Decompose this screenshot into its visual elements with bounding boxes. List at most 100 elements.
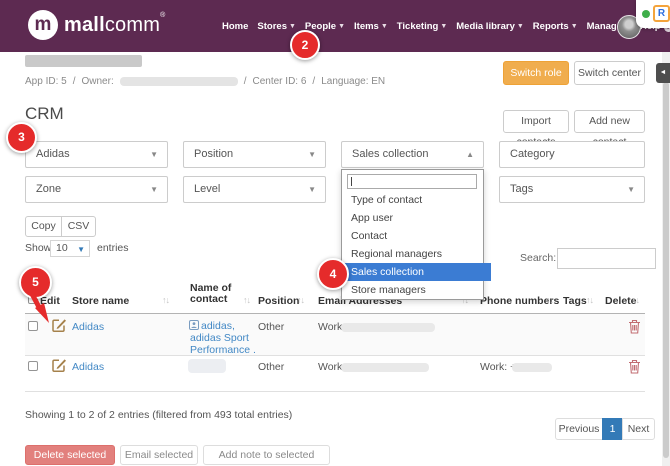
crm-page: m mallcomm® Home Stores ▼ People ▼ Items ▼ … [0, 0, 670, 466]
dropdown-option-selected[interactable]: Sales collection [343, 263, 491, 281]
collapse-panel-handle[interactable]: ◄ [656, 63, 670, 83]
redacted-owner-name [119, 77, 238, 86]
entries-label: entries [97, 242, 129, 254]
extension-r-icon[interactable]: R [653, 5, 670, 22]
app-id: App ID: 5 [25, 76, 67, 87]
redacted-center-title [25, 55, 142, 67]
phone-label: Work: + [480, 361, 517, 373]
sort-icon[interactable]: ↑↓ [162, 295, 170, 305]
text-cursor [351, 177, 352, 186]
language: Language: EN [321, 76, 386, 87]
annotation-badge-4: 4 [317, 258, 349, 290]
zone-filter-select[interactable]: Zone ▼ [25, 176, 168, 203]
switch-center-button[interactable]: Switch center [574, 61, 645, 85]
breadcrumb-separator: / [312, 76, 316, 87]
trash-icon[interactable] [628, 359, 641, 374]
delete-selected-button[interactable]: Delete selected [25, 445, 115, 465]
position-value: Other [258, 321, 285, 333]
type-of-contact-filter-select[interactable]: Sales collection ▲ [341, 141, 484, 168]
contact-link[interactable]: adidas, [201, 320, 235, 332]
contact-link[interactable]: adidas Sport [190, 332, 249, 344]
chevron-down-icon: ▼ [288, 22, 296, 30]
chevron-down-icon: ▼ [627, 185, 635, 194]
dropdown-option[interactable]: Regional managers [343, 245, 491, 263]
store-link[interactable]: Adidas [72, 361, 104, 373]
annotation-badge-2: 2 [290, 30, 320, 60]
type-of-contact-dropdown: Type of contact App user Contact Regiona… [341, 169, 491, 300]
annotation-badge-3: 3 [6, 122, 37, 153]
scrollbar-thumb[interactable] [663, 82, 669, 458]
column-header-name-of-contact[interactable]: Name of contact [190, 283, 242, 305]
mallcomm-logo-icon[interactable]: m [28, 10, 58, 40]
column-header-store-name[interactable]: Store name [72, 295, 129, 307]
chevron-down-icon: ▼ [380, 22, 388, 30]
sort-icon[interactable]: ↑↓ [243, 295, 251, 305]
nav-item-people[interactable]: People ▼ [305, 21, 345, 32]
chevron-down-icon: ▼ [150, 185, 158, 194]
chevron-down-icon: ▼ [308, 185, 316, 194]
annotation-arrow-icon [28, 292, 49, 323]
edit-icon[interactable] [51, 357, 67, 373]
sort-icon[interactable]: ↑↓ [586, 295, 594, 305]
chevron-down-icon: ▼ [516, 22, 524, 30]
nav-item-media-library[interactable]: Media library ▼ [456, 21, 524, 32]
chevron-down-icon: ▼ [308, 150, 316, 159]
position-filter-select[interactable]: Position ▼ [183, 141, 326, 168]
import-contacts-button[interactable]: Import contacts [503, 110, 569, 148]
breadcrumb-separator: / [243, 76, 247, 87]
sort-icon[interactable]: ↑↓ [632, 295, 640, 305]
table-info-text: Showing 1 to 2 of 2 entries (filtered fr… [25, 409, 293, 421]
status-dot-icon [642, 10, 650, 18]
table-bottom-divider [25, 391, 645, 392]
edit-icon[interactable] [51, 317, 67, 333]
table-search-input[interactable] [557, 248, 656, 269]
store-link[interactable]: Adidas [72, 321, 104, 333]
chevron-down-icon: ▼ [338, 22, 346, 30]
add-new-contact-button[interactable]: Add new contact [574, 110, 645, 148]
table-search-label: Search: [520, 252, 557, 264]
chevron-down-icon: ▼ [570, 22, 578, 30]
column-header-tags[interactable]: Tags [563, 295, 587, 307]
pagination-previous[interactable]: Previous [555, 418, 603, 440]
nav-item-reports[interactable]: Reports ▼ [533, 21, 578, 32]
nav-item-home[interactable]: Home [222, 21, 248, 32]
nav-item-stores[interactable]: Stores ▼ [257, 21, 296, 32]
nav-item-ticketing[interactable]: Ticketing ▼ [397, 21, 447, 32]
trash-icon[interactable] [628, 319, 641, 334]
chevron-up-icon: ▲ [466, 150, 474, 159]
add-note-button[interactable]: Add note to selected contacts [203, 445, 330, 465]
pagination-next[interactable]: Next [622, 418, 655, 440]
csv-button[interactable]: CSV [61, 216, 96, 237]
row-checkbox[interactable] [28, 361, 38, 371]
redacted-email [341, 363, 429, 372]
page-length-select[interactable]: 10 ▼ [50, 240, 90, 257]
breadcrumb: App ID: 5 / Owner: / Center ID: 6 / Lang… [25, 76, 385, 87]
level-filter-select[interactable]: Level ▼ [183, 176, 326, 203]
brand-wordmark[interactable]: mallcomm® [64, 12, 166, 37]
switch-role-button[interactable]: Switch role [503, 61, 569, 85]
email-selected-button[interactable]: Email selected [120, 445, 198, 465]
category-filter-select[interactable]: Category [499, 141, 645, 168]
nav-item-items[interactable]: Items ▼ [354, 21, 388, 32]
copy-button[interactable]: Copy [25, 216, 62, 237]
column-header-position[interactable]: Position [258, 295, 299, 307]
dropdown-search-input[interactable] [347, 174, 477, 189]
center-id: Center ID: 6 [252, 76, 307, 87]
chevron-down-icon: ▼ [440, 22, 448, 30]
page-title: CRM [25, 104, 64, 123]
sort-icon[interactable]: ↑↓ [297, 295, 305, 305]
sort-icon[interactable]: ↑↓ [546, 295, 554, 305]
dropdown-option[interactable]: Store managers [343, 281, 491, 299]
chevron-down-icon: ▼ [77, 245, 85, 254]
dropdown-option[interactable]: Contact [343, 227, 491, 245]
tags-filter-select[interactable]: Tags ▼ [499, 176, 645, 203]
chevron-down-icon: ▼ [150, 150, 158, 159]
pagination-page-1[interactable]: 1 [602, 418, 623, 440]
contact-card-icon [189, 320, 199, 330]
dropdown-option[interactable]: App user [343, 209, 491, 227]
dropdown-option[interactable]: Type of contact [343, 191, 491, 209]
row-divider [25, 355, 645, 356]
position-value: Other [258, 361, 285, 373]
store-filter-select[interactable]: Adidas ▼ [25, 141, 168, 168]
registered-mark: ® [160, 12, 166, 19]
